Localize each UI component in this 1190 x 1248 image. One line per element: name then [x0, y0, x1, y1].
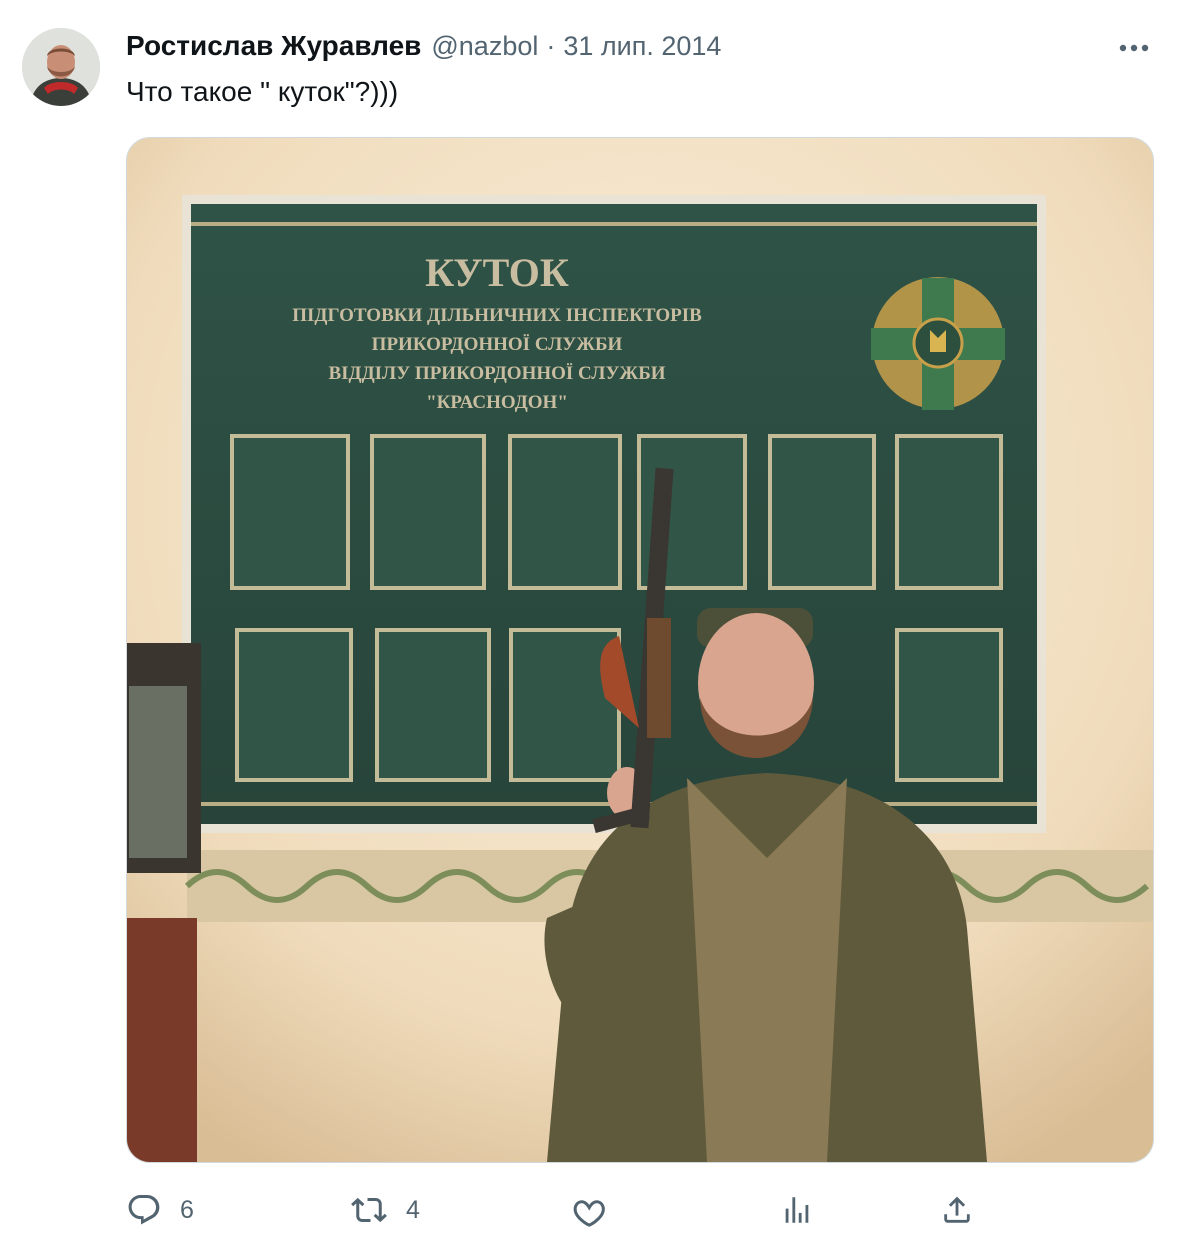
reply-count: 6 — [180, 1195, 194, 1224]
reply-bubble-icon — [128, 1195, 160, 1225]
more-options-button[interactable] — [1112, 34, 1156, 62]
board-line-3: ВІДДІЛУ ПРИКОРДОННОЇ СЛУЖБИ — [328, 363, 665, 384]
like-button[interactable] — [572, 1190, 626, 1230]
share-button[interactable] — [940, 1190, 974, 1230]
tweet-date[interactable]: 31 лип. 2014 — [563, 31, 721, 62]
views-button[interactable] — [780, 1190, 832, 1230]
share-upload-icon — [944, 1196, 970, 1223]
tweet-actions: 6 4 — [0, 1180, 1190, 1240]
author-handle[interactable]: @nazbol — [431, 31, 538, 62]
board-line-2: ПРИКОРДОННОЇ СЛУЖБИ — [372, 334, 623, 355]
heart-icon — [573, 1200, 605, 1227]
retweet-button[interactable]: 4 — [350, 1190, 420, 1230]
retweet-count: 4 — [406, 1195, 420, 1224]
tweet-text: Что такое " куток"?))) — [126, 76, 399, 107]
board-line-1: ПІДГОТОВКИ ДІЛЬНИЧНИХ ІНСПЕКТОРІВ — [292, 305, 702, 326]
author-name[interactable]: Ростислав Журавлев — [126, 30, 421, 62]
author-avatar[interactable] — [22, 28, 100, 106]
bar-chart-icon — [785, 1197, 809, 1223]
board-line-4: "КРАСНОДОН" — [426, 392, 568, 413]
photo-scene: КУТОК ПІДГОТОВКИ ДІЛЬНИЧНИХ ІНСПЕКТОРІВ … — [127, 138, 1153, 1162]
avatar-photo — [22, 28, 100, 106]
more-dots-icon — [1119, 44, 1149, 52]
retweet-arrows-icon — [351, 1197, 387, 1223]
tweet-header: Ростислав Журавлев @nazbol · 31 лип. 201… — [126, 30, 721, 70]
board-title: КУТОК — [425, 250, 569, 295]
separator-dot: · — [546, 31, 556, 61]
tweet-photo[interactable]: КУТОК ПІДГОТОВКИ ДІЛЬНИЧНИХ ІНСПЕКТОРІВ … — [126, 137, 1154, 1163]
tweet-card[interactable]: Ростислав Журавлев @nazbol · 31 лип. 201… — [0, 0, 1190, 1248]
reply-button[interactable]: 6 — [126, 1190, 194, 1230]
